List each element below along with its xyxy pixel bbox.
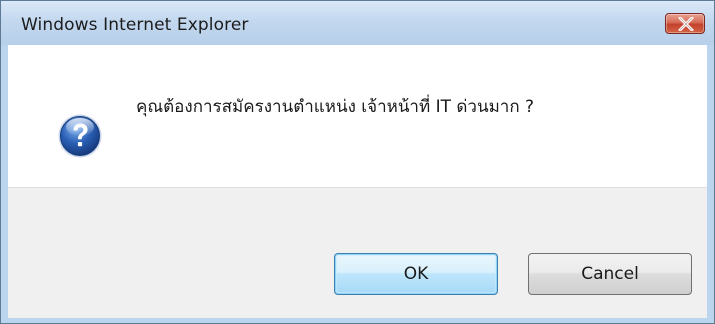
- close-button[interactable]: [665, 13, 705, 34]
- ok-button[interactable]: OK: [334, 253, 498, 295]
- dialog-message: คุณต้องการสมัครงานตำแหน่ง เจ้าหน้าที่ IT…: [136, 97, 535, 117]
- title-bar[interactable]: Windows Internet Explorer: [1, 1, 714, 45]
- window-title: Windows Internet Explorer: [21, 15, 249, 35]
- close-icon: [678, 17, 694, 31]
- cancel-button[interactable]: Cancel: [528, 253, 692, 295]
- confirm-dialog: Windows Internet Explorer คุณต้องการสมัค…: [0, 0, 715, 324]
- question-icon: [58, 114, 102, 158]
- button-bar: OK Cancel: [8, 187, 707, 318]
